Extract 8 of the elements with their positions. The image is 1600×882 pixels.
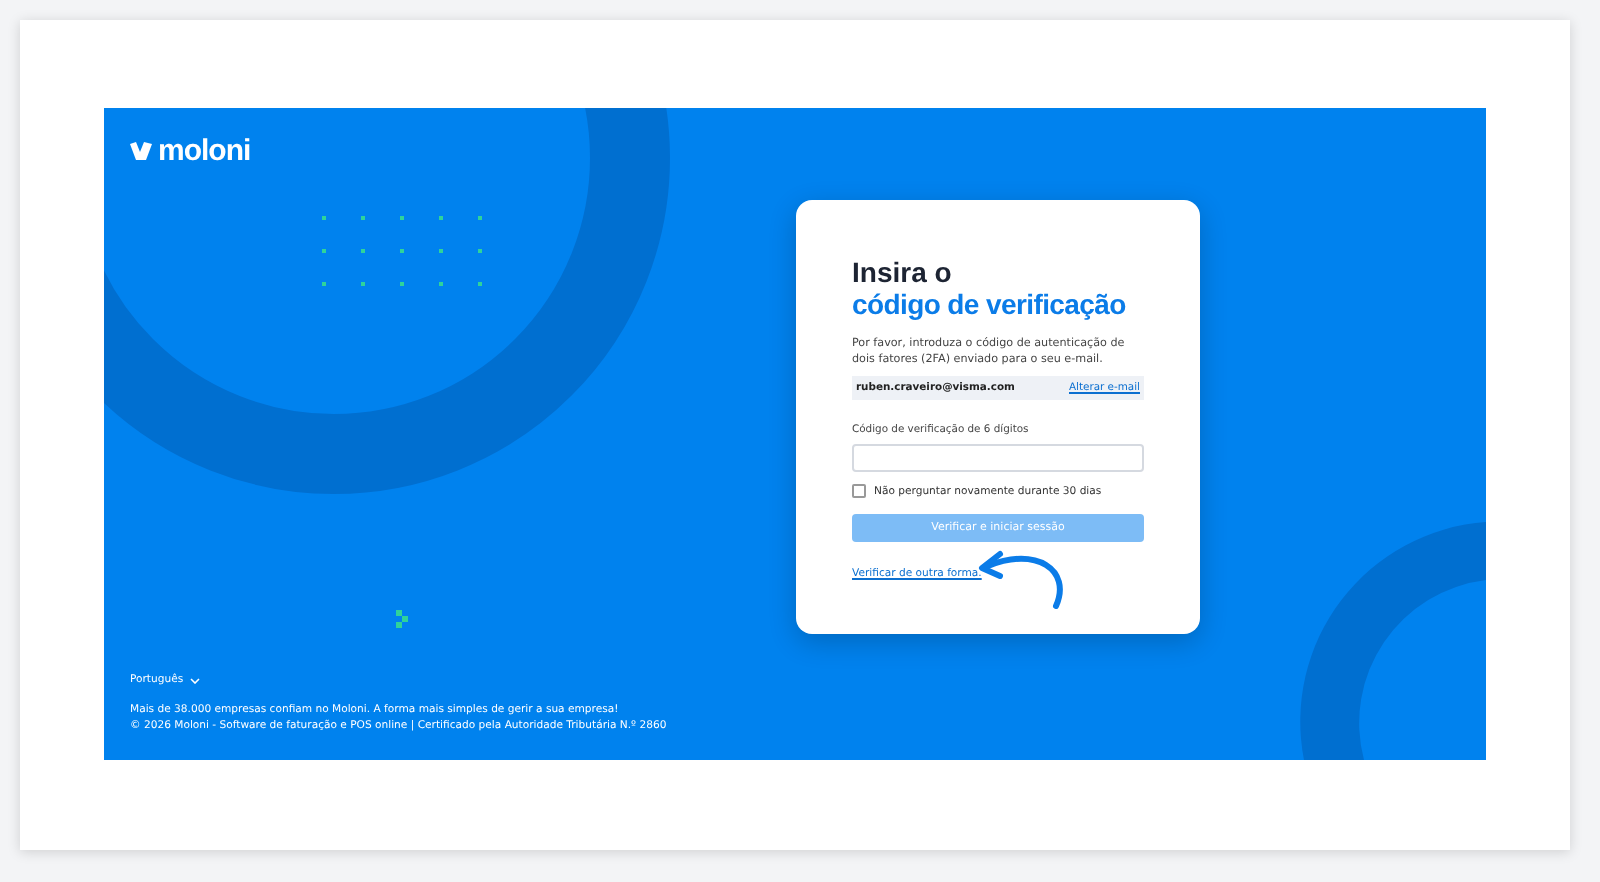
card-title: Insira o	[852, 256, 954, 288]
code-input-field[interactable]	[852, 443, 1144, 471]
dot-cluster-decoration	[396, 610, 408, 628]
chevron-icon	[189, 677, 200, 683]
card-title-highlight: código de verificação	[852, 288, 1128, 320]
logo-icon	[130, 142, 152, 160]
remember-checkbox[interactable]	[852, 484, 866, 498]
brand-name: moloni	[158, 134, 251, 168]
